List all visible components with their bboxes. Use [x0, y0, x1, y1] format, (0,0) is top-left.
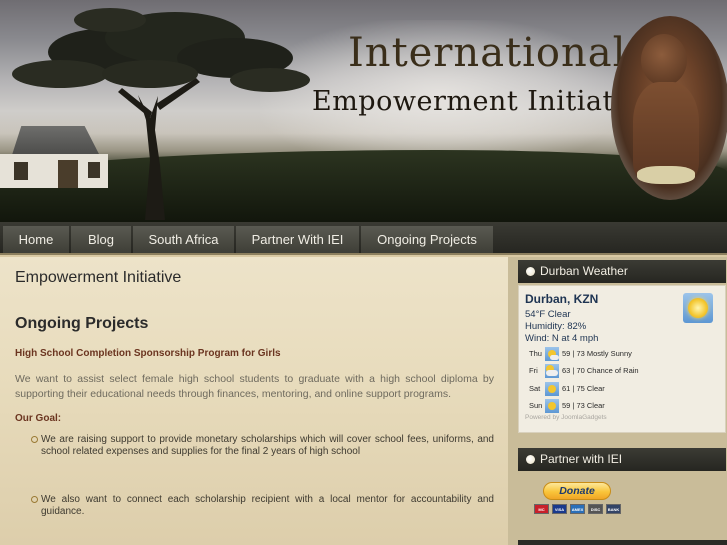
nav-partner-with-iei[interactable]: Partner With IEI [236, 226, 359, 253]
clear-icon [545, 399, 559, 413]
forecast-text: 63 | 70 Chance of Rain [562, 366, 639, 375]
site-title: International [348, 30, 627, 76]
forecast-row: Sat 61 | 75 Clear [519, 382, 725, 396]
main-nav: Home Blog South Africa Partner With IEI … [0, 222, 727, 255]
partner-widget-title: Partner with IEI [518, 448, 726, 471]
forecast-text: 59 | 73 Clear [562, 401, 605, 410]
weather-widget: Durban, KZN 54°F Clear Humidity: 82% Win… [518, 285, 726, 433]
page-title: Empowerment Initiative [15, 269, 182, 286]
goal-heading: Our Goal: [15, 413, 62, 424]
bullet-dot-icon [526, 267, 535, 276]
donate-button[interactable]: Donate [543, 482, 611, 500]
forecast-row: Thu 59 | 73 Mostly Sunny [519, 347, 725, 361]
forecast-day: Thu [529, 349, 542, 358]
main-content: Empowerment Initiative Ongoing Projects … [0, 257, 508, 545]
mostly-sunny-icon [545, 347, 559, 361]
intro-paragraph: We want to assist select female high sch… [15, 373, 494, 400]
forecast-row: Sun 59 | 73 Clear [519, 399, 725, 413]
chance-of-rain-icon [545, 364, 559, 378]
list-item: We also want to connect each scholarship… [15, 494, 494, 518]
program-heading: High School Completion Sponsorship Progr… [15, 348, 281, 359]
nav-home[interactable]: Home [3, 226, 69, 253]
visa-icon: VISA [552, 504, 567, 514]
site-subtitle: Empowerment Initiative [312, 86, 656, 117]
farmhouse-image [0, 126, 112, 188]
child-photo [611, 16, 727, 200]
weather-wind: Wind: N at 4 mph [525, 333, 599, 344]
forecast-text: 59 | 73 Mostly Sunny [562, 349, 632, 358]
forecast-day: Fri [529, 366, 538, 375]
circle-bullet-icon [31, 436, 38, 443]
mastercard-icon: MC [534, 504, 549, 514]
circle-bullet-icon [31, 496, 38, 503]
amex-icon: AMEX [570, 504, 585, 514]
weather-widget-title-text: Durban Weather [540, 264, 628, 278]
sidebar: Durban Weather Durban, KZN 54°F Clear Hu… [508, 257, 727, 545]
bullet-dot-icon [526, 455, 535, 464]
powered-by-link[interactable]: Powered by JoomlaGadgets [525, 414, 607, 421]
goal-text: We are raising support to provide moneta… [41, 434, 494, 457]
discover-icon: DISC [588, 504, 603, 514]
payment-cards: MC VISA AMEX DISC BANK [534, 504, 626, 516]
next-widget-edge [518, 540, 727, 545]
nav-ongoing-projects[interactable]: Ongoing Projects [361, 226, 493, 253]
goal-text: We also want to connect each scholarship… [41, 494, 494, 517]
forecast-day: Sun [529, 401, 543, 410]
bank-icon: BANK [606, 504, 621, 514]
clear-icon [545, 382, 559, 396]
sunny-icon [683, 293, 713, 323]
section-title: Ongoing Projects [15, 315, 149, 332]
forecast-day: Sat [529, 384, 541, 393]
nav-blog[interactable]: Blog [71, 226, 131, 253]
site-header: International Empowerment Initiative [0, 0, 727, 222]
weather-widget-title: Durban Weather [518, 260, 726, 283]
tree-silhouette-icon [12, 8, 310, 220]
partner-widget-title-text: Partner with IEI [540, 452, 623, 466]
list-item: We are raising support to provide moneta… [15, 434, 494, 458]
forecast-row: Fri 63 | 70 Chance of Rain [519, 364, 725, 378]
forecast-text: 61 | 75 Clear [562, 384, 605, 393]
nav-south-africa[interactable]: South Africa [133, 226, 234, 253]
